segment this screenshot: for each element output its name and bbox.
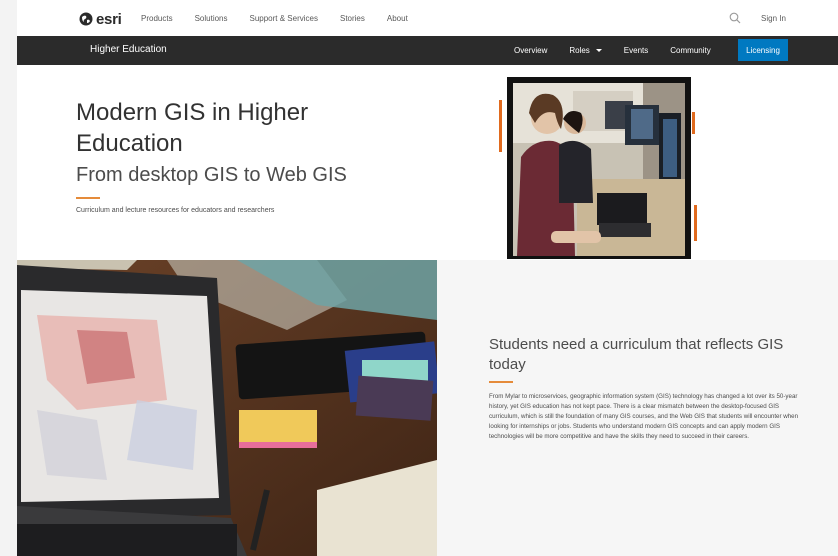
students-at-computers-image <box>513 83 685 256</box>
section-title[interactable]: Higher Education <box>90 44 167 55</box>
tab-roles-label: Roles <box>569 46 590 55</box>
primary-nav: Products Solutions Support & Services St… <box>141 14 430 23</box>
nav-link-support[interactable]: Support & Services <box>250 14 318 23</box>
licensing-button[interactable]: Licensing <box>738 39 788 61</box>
nav-link-stories[interactable]: Stories <box>340 14 365 23</box>
decorative-bar <box>692 112 695 134</box>
tab-events-label: Events <box>623 46 649 55</box>
logo-text: esri <box>96 10 122 28</box>
page-title: Modern GIS in Higher Education <box>76 99 309 157</box>
hero-photo <box>507 77 691 259</box>
page: esri Products Solutions Support & Servic… <box>17 0 838 556</box>
esri-logo[interactable]: esri <box>79 10 122 28</box>
tab-overview[interactable]: Overview <box>514 46 547 55</box>
tab-community[interactable]: Community <box>670 46 710 55</box>
decorative-bar <box>694 205 697 241</box>
search-icon[interactable] <box>729 12 741 24</box>
hero-tagline: Curriculum and lecture resources for edu… <box>76 207 275 214</box>
sub-navigation: Higher Education Overview Roles Events C… <box>17 36 838 65</box>
chevron-down-icon <box>595 49 602 52</box>
tab-roles[interactable]: Roles <box>569 46 602 55</box>
tab-overview-label: Overview <box>514 46 548 55</box>
accent-divider <box>76 197 100 199</box>
nav-link-products[interactable]: Products <box>141 14 173 23</box>
decorative-bar <box>499 100 502 152</box>
page-subtitle: From desktop GIS to Web GIS <box>76 164 347 186</box>
top-navigation: esri Products Solutions Support & Servic… <box>17 0 838 37</box>
tab-events[interactable]: Events <box>624 46 648 55</box>
hero-section: Modern GIS in Higher Education From desk… <box>17 65 838 260</box>
curriculum-section: Students need a curriculum that reflects… <box>437 260 838 556</box>
section-heading: Students need a curriculum that reflects… <box>489 336 784 373</box>
sign-in-link[interactable]: Sign In <box>761 14 786 23</box>
globe-icon <box>79 12 93 26</box>
accent-divider <box>489 381 513 383</box>
nav-link-about[interactable]: About <box>387 14 408 23</box>
sub-nav-items: Overview Roles Events Community <box>514 36 733 65</box>
section-body: From Mylar to microservices, geographic … <box>489 393 799 440</box>
laptop-desk-image <box>17 260 437 556</box>
nav-link-solutions[interactable]: Solutions <box>195 14 228 23</box>
tab-community-label: Community <box>670 46 711 55</box>
